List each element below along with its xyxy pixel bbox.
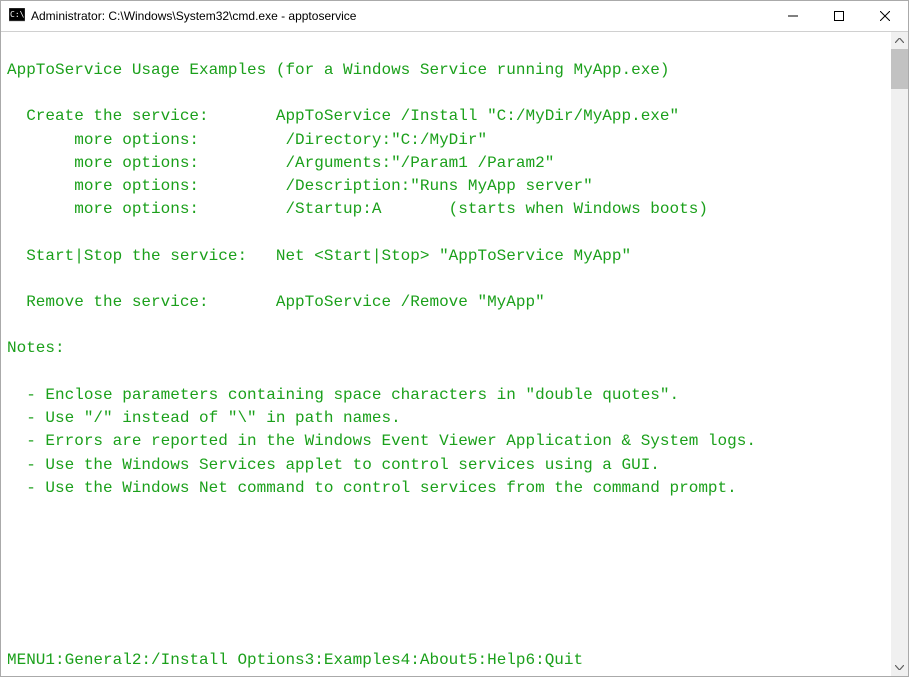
menu-item[interactable]: 4:About	[401, 649, 468, 672]
svg-text:C:\: C:\	[10, 10, 25, 19]
window-controls	[770, 1, 908, 31]
terminal-line: more options: /Arguments:"/Param1 /Param…	[7, 152, 887, 175]
vertical-scrollbar[interactable]	[891, 32, 908, 676]
terminal-line: more options: /Description:"Runs MyApp s…	[7, 175, 887, 198]
terminal-line	[7, 222, 887, 245]
terminal-line: - Use the Windows Net command to control…	[7, 477, 887, 500]
terminal-line: AppToService Usage Examples (for a Windo…	[7, 59, 887, 82]
scrollbar-thumb[interactable]	[891, 49, 908, 89]
window-titlebar: C:\ Administrator: C:\Windows\System32\c…	[1, 1, 908, 32]
chevron-up-icon	[895, 38, 904, 43]
terminal-line	[7, 36, 887, 59]
close-button[interactable]	[862, 1, 908, 31]
terminal-line: Start|Stop the service: Net <Start|Stop>…	[7, 245, 887, 268]
terminal-line: - Use the Windows Services applet to con…	[7, 454, 887, 477]
terminal-line: more options: /Startup:A (starts when Wi…	[7, 198, 887, 221]
maximize-icon	[834, 11, 844, 21]
terminal-line	[7, 268, 887, 291]
terminal-line: - Enclose parameters containing space ch…	[7, 384, 887, 407]
chevron-down-icon	[895, 665, 904, 670]
minimize-button[interactable]	[770, 1, 816, 31]
terminal-line	[7, 361, 887, 384]
terminal-line	[7, 314, 887, 337]
terminal[interactable]: AppToService Usage Examples (for a Windo…	[1, 32, 891, 676]
terminal-output: AppToService Usage Examples (for a Windo…	[1, 32, 891, 500]
terminal-line: Create the service: AppToService /Instal…	[7, 105, 887, 128]
content-area: AppToService Usage Examples (for a Windo…	[1, 32, 908, 676]
scroll-down-button[interactable]	[891, 659, 908, 676]
cmd-icon: C:\	[9, 8, 25, 24]
menu-bar: MENU 1:General 2:/Install Options 3:Exam…	[1, 649, 891, 676]
terminal-line: more options: /Directory:"C:/MyDir"	[7, 129, 887, 152]
close-icon	[880, 11, 890, 21]
menu-item[interactable]: 2:/Install Options	[132, 649, 305, 672]
terminal-line	[7, 82, 887, 105]
menu-label: MENU	[7, 649, 45, 672]
terminal-line: - Use "/" instead of "\" in path names.	[7, 407, 887, 430]
menu-item[interactable]: 1:General	[45, 649, 131, 672]
menu-item[interactable]: 3:Examples	[305, 649, 401, 672]
terminal-line: Notes:	[7, 337, 887, 360]
menu-item[interactable]: 6:Quit	[526, 649, 584, 672]
terminal-line: - Errors are reported in the Windows Eve…	[7, 430, 887, 453]
scroll-up-button[interactable]	[891, 32, 908, 49]
terminal-line: Remove the service: AppToService /Remove…	[7, 291, 887, 314]
maximize-button[interactable]	[816, 1, 862, 31]
minimize-icon	[788, 11, 798, 21]
menu-item[interactable]: 5:Help	[468, 649, 526, 672]
window-title: Administrator: C:\Windows\System32\cmd.e…	[31, 9, 770, 23]
